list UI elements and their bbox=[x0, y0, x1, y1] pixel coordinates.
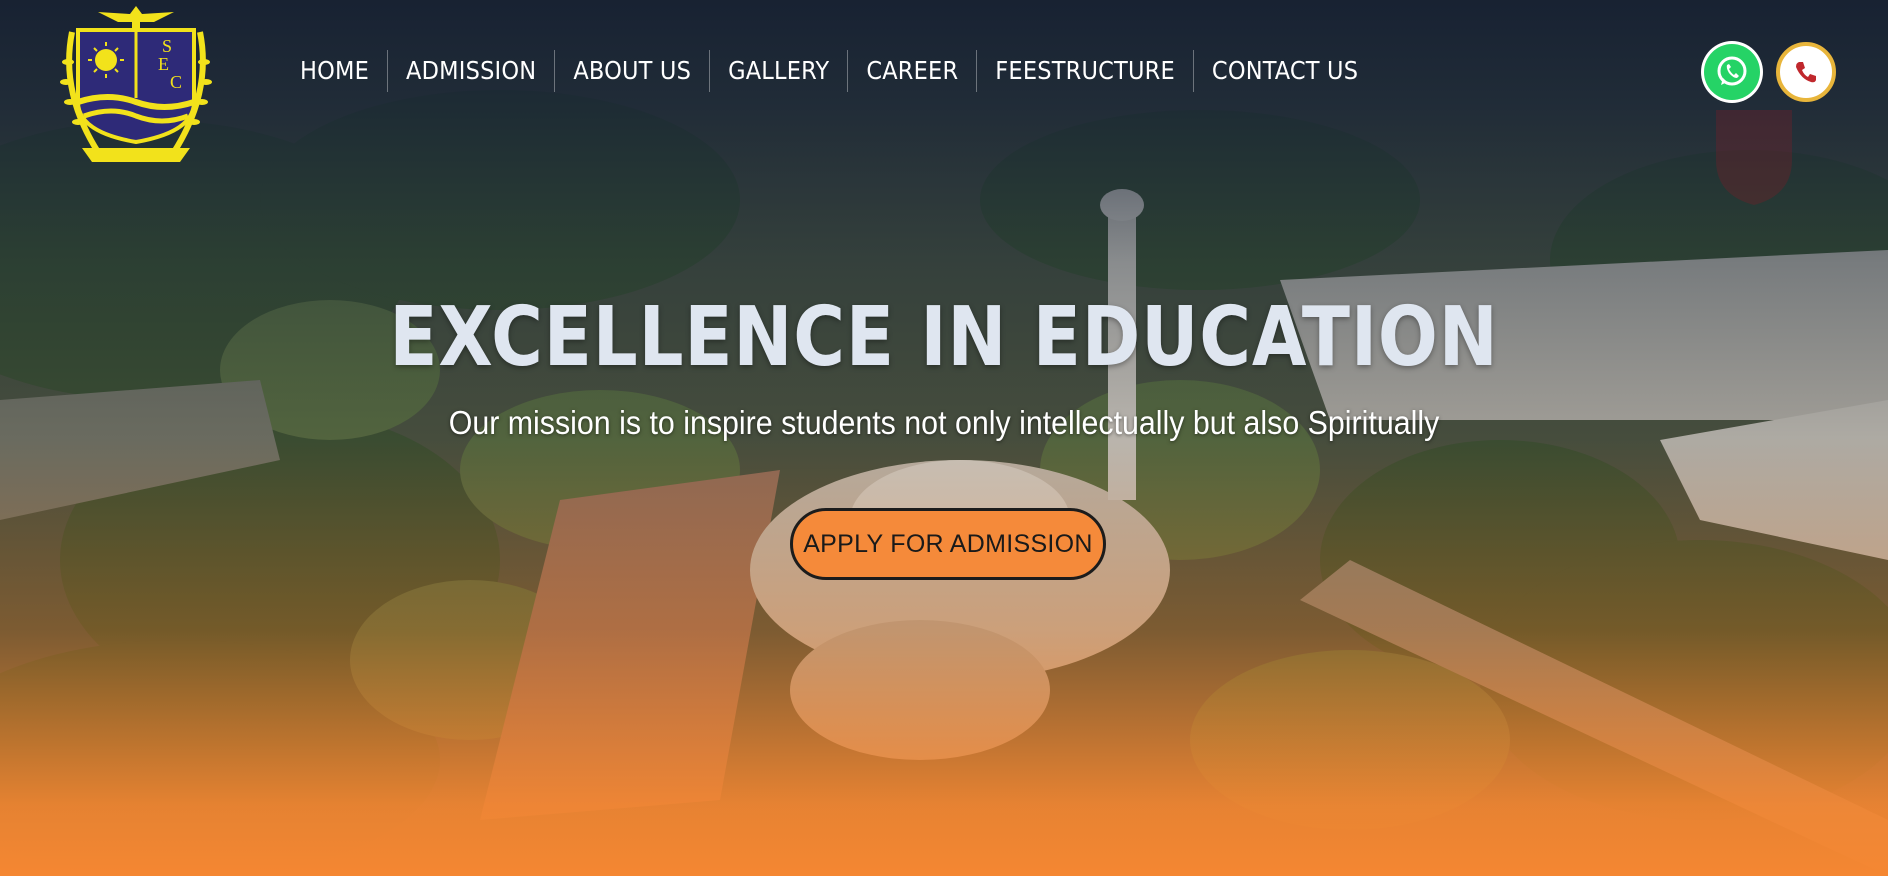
nav-item-gallery[interactable]: GALLERY bbox=[709, 50, 847, 92]
hero-subline: Our mission is to inspire students not o… bbox=[448, 404, 1440, 441]
nav-item-contact-us[interactable]: CONTACT US bbox=[1192, 50, 1376, 92]
main-navigation: HOME ADMISSION ABOUT US GALLERY CAREER F… bbox=[282, 50, 1376, 92]
hero-section: S E C HOME ADMISSION ABOUT US GALLERY CA… bbox=[0, 0, 1888, 876]
watermark-shield-icon bbox=[1716, 110, 1792, 205]
school-logo[interactable]: S E C bbox=[58, 2, 214, 172]
svg-text:S: S bbox=[162, 36, 172, 56]
apply-for-admission-button[interactable]: APPLY FOR ADMISSION bbox=[790, 508, 1106, 580]
nav-item-career[interactable]: CAREER bbox=[847, 50, 976, 92]
nav-item-admission[interactable]: ADMISSION bbox=[387, 50, 554, 92]
nav-item-feestructure[interactable]: FEESTRUCTURE bbox=[976, 50, 1193, 92]
svg-text:C: C bbox=[170, 72, 182, 92]
nav-item-about-us[interactable]: ABOUT US bbox=[554, 50, 709, 92]
whatsapp-icon bbox=[1717, 56, 1747, 86]
nav-item-home[interactable]: HOME bbox=[282, 50, 387, 92]
whatsapp-button[interactable] bbox=[1704, 44, 1760, 100]
svg-text:E: E bbox=[158, 54, 169, 74]
phone-button[interactable] bbox=[1776, 42, 1836, 102]
phone-icon bbox=[1796, 62, 1816, 83]
hero-headline: EXCELLENCE IN EDUCATION bbox=[389, 290, 1499, 385]
